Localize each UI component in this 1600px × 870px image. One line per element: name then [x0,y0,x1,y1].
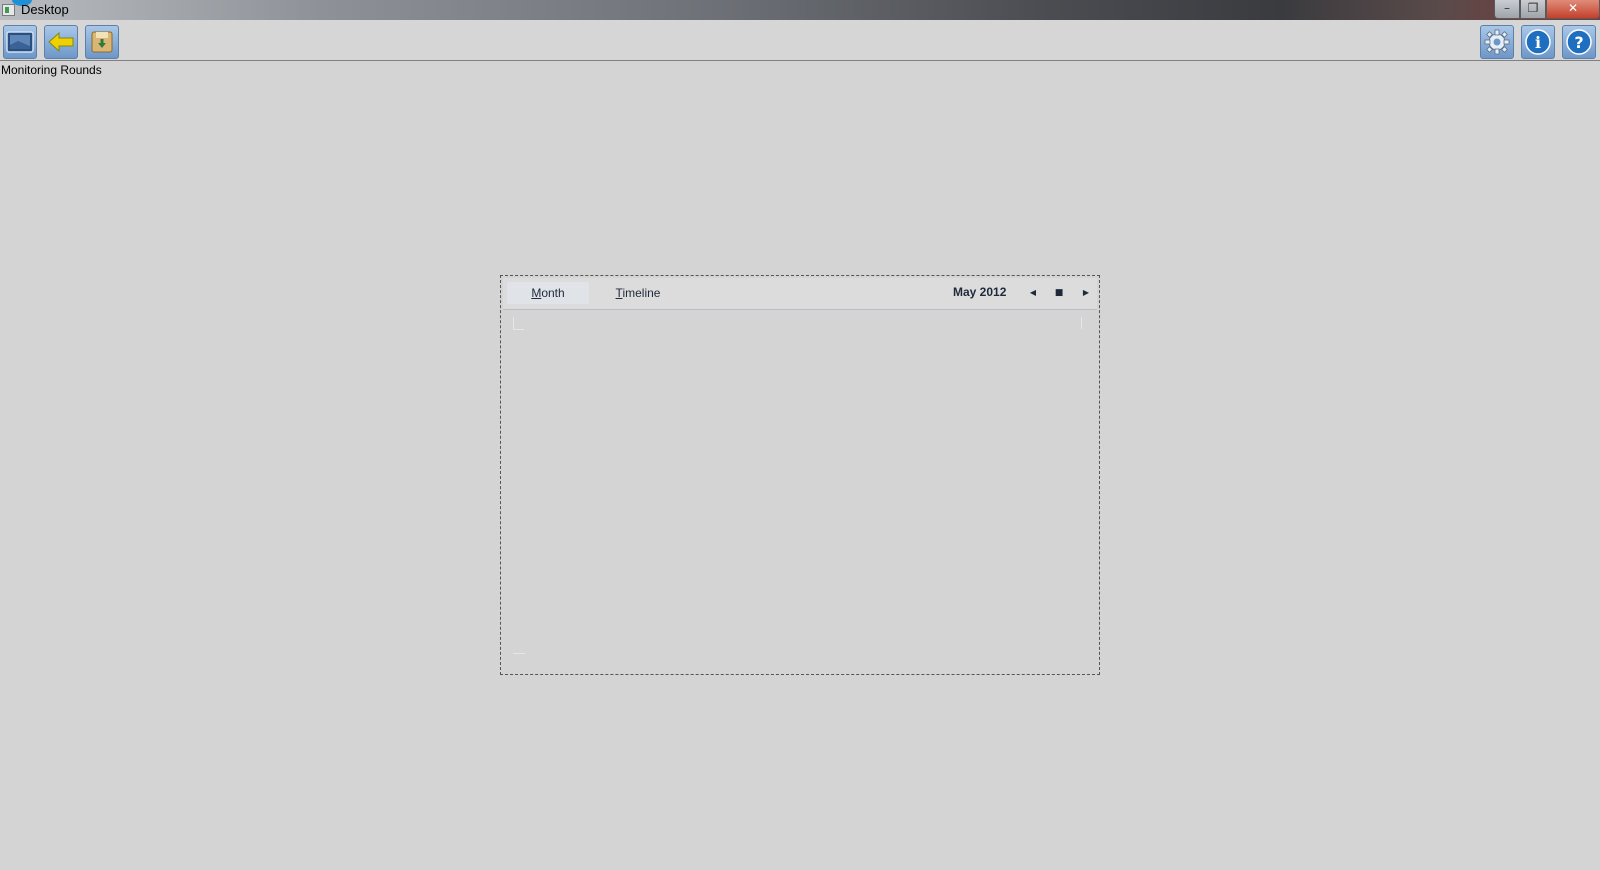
desktop-button[interactable] [3,25,37,59]
tab-month-mnemonic: M [531,286,542,300]
tab-month-label: onth [541,286,565,300]
grid-corner [513,317,524,330]
settings-button[interactable] [1480,25,1514,59]
back-arrow-icon [48,31,74,53]
svg-text:?: ? [1574,33,1583,52]
gear-icon [1484,29,1510,55]
scheduler-header: Month Timeline May 2012 ◀ ■ ▶ [503,278,1097,310]
grid-corner [513,653,525,654]
info-icon: i [1525,29,1551,55]
back-button[interactable] [44,25,78,59]
close-button[interactable]: ✕ [1546,0,1600,19]
info-button[interactable]: i [1521,25,1555,59]
save-button[interactable] [85,25,119,59]
period-label: May 2012 [953,285,1007,299]
tab-month[interactable]: Month [507,282,589,304]
maximize-button[interactable]: ❐ [1520,0,1546,19]
toolbar: i ? [0,20,1600,61]
scheduler-body[interactable] [503,311,1097,671]
title-bar[interactable]: Desktop – ❐ ✕ [0,0,1600,20]
minimize-button[interactable]: – [1494,0,1520,19]
tab-timeline-label: imeline [622,286,661,300]
today-button[interactable]: ■ [1052,286,1066,300]
window-title: Desktop [21,2,69,17]
save-icon [91,31,113,53]
tab-timeline[interactable]: Timeline [603,282,673,304]
previous-period-button[interactable]: ◀ [1026,286,1040,300]
page-title: Monitoring Rounds [1,63,102,77]
help-button[interactable]: ? [1562,25,1596,59]
next-period-button[interactable]: ▶ [1079,286,1093,300]
grid-corner [1081,317,1082,329]
desktop-icon [6,31,34,53]
scheduler-panel[interactable]: Month Timeline May 2012 ◀ ■ ▶ [500,275,1100,675]
help-icon: ? [1566,29,1592,55]
svg-text:i: i [1535,33,1541,52]
app-icon[interactable] [2,4,15,16]
